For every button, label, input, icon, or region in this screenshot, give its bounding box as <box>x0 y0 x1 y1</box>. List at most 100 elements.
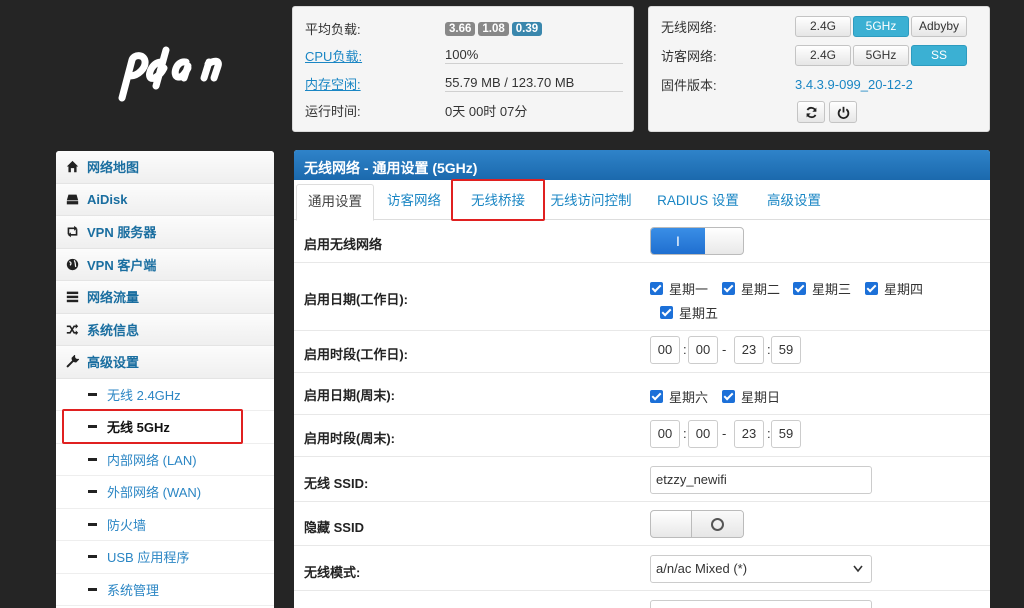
tab-access-control[interactable]: 无线访问控制 <box>544 184 638 220</box>
weekend-end-hour[interactable]: 23 <box>734 420 764 448</box>
checkbox-label: 星期二 <box>741 282 781 297</box>
hdd-icon <box>66 194 79 205</box>
uptime-label: 运行时间: <box>305 103 361 119</box>
sidebar-sub-label: 无线 2.4GHz <box>107 387 181 403</box>
next-field-input[interactable] <box>650 600 872 608</box>
sidebar-sub-wan[interactable]: 外部网络 (WAN) <box>56 476 274 509</box>
chevron-down-icon <box>853 565 863 573</box>
wireless-24g-button[interactable]: 2.4G <box>795 15 851 37</box>
time-colon: : <box>683 342 687 357</box>
hide-ssid-toggle[interactable] <box>650 510 744 538</box>
weekend-time-label: 启用时段(周末): <box>304 431 395 446</box>
time-dash: - <box>722 342 727 357</box>
power-icon <box>837 106 849 119</box>
power-button[interactable] <box>829 101 857 123</box>
enable-wireless-toggle[interactable]: I <box>650 227 744 255</box>
sidebar-item-label: 网络流量 <box>87 290 140 306</box>
ssid-input[interactable]: etzzy_newifi <box>650 466 872 494</box>
wrench-icon <box>66 355 79 368</box>
sidebar-item-vpn-server[interactable]: VPN 服务器 <box>56 216 274 249</box>
tab-guest[interactable]: 访客网络 <box>376 184 452 220</box>
tab-bar: 通用设置 访客网络 无线桥接 无线访问控制 RADIUS 设置 高级设置 <box>294 184 990 221</box>
retweet-icon <box>67 226 78 238</box>
guest-label: 访客网络: <box>661 48 717 64</box>
sidebar-sub-lan[interactable]: 内部网络 (LAN) <box>56 443 274 476</box>
load-1min: 3.66 <box>445 22 476 36</box>
highlight-box-sidebar <box>62 409 243 444</box>
ssid-label: 无线 SSID: <box>304 476 369 491</box>
guest-24g-button[interactable]: 2.4G <box>795 44 851 66</box>
mode-select[interactable]: a/n/ac Mixed (*) <box>650 555 872 583</box>
highlight-box-tab <box>451 179 545 221</box>
checkbox-label: 星期日 <box>741 390 781 405</box>
checkbox-icon <box>722 282 735 295</box>
checkbox-label: 星期四 <box>884 282 924 297</box>
weekday-end-minute[interactable]: 59 <box>771 336 801 364</box>
mode-label: 无线模式: <box>304 565 361 580</box>
weekday-start-hour[interactable]: 00 <box>650 336 680 364</box>
weekend-row: 启用日期(周末): 星期六 星期日 <box>294 373 990 415</box>
firmware-version-link[interactable]: 3.4.3.9-099_20-12-2 <box>795 77 913 92</box>
sidebar-item-system-info[interactable]: 系统信息 <box>56 313 274 346</box>
tab-advanced[interactable]: 高级设置 <box>754 184 834 220</box>
sidebar-item-aidisk[interactable]: AiDisk <box>56 183 274 216</box>
main-panel: 无线网络 - 通用设置 (5GHz) 通用设置 访客网络 无线桥接 无线访问控制… <box>294 150 990 608</box>
weekday-start-minute[interactable]: 00 <box>688 336 718 364</box>
checkbox-sunday[interactable]: 星期日 <box>722 387 780 406</box>
toggle-on-state: I <box>651 228 705 254</box>
sidebar-sub-wireless-24[interactable]: 无线 2.4GHz <box>56 378 274 411</box>
sidebar-sub-usb[interactable]: USB 应用程序 <box>56 541 274 574</box>
tab-general[interactable]: 通用设置 <box>296 184 374 221</box>
cpu-load-link[interactable]: CPU负载: <box>305 49 362 64</box>
ss-button[interactable]: SS <box>911 44 967 66</box>
sidebar-item-advanced[interactable]: 高级设置 <box>56 346 274 379</box>
load-label: 平均负载: <box>305 21 361 37</box>
checkbox-friday[interactable]: 星期五 <box>660 303 718 322</box>
checkbox-tuesday[interactable]: 星期二 <box>722 279 780 298</box>
sidebar-item-label: VPN 客户端 <box>87 257 157 273</box>
tab-radius[interactable]: RADIUS 设置 <box>646 184 750 220</box>
dash-icon <box>88 587 97 591</box>
wireless-5ghz-button[interactable]: 5GHz <box>853 15 909 37</box>
ssid-row: 无线 SSID: etzzy_newifi <box>294 457 990 502</box>
sidebar-sub-admin[interactable]: 系统管理 <box>56 573 274 606</box>
checkbox-icon <box>793 282 806 295</box>
pdcn-logo <box>118 46 222 102</box>
refresh-button[interactable] <box>797 101 825 123</box>
weekend-end-minute[interactable]: 59 <box>771 420 801 448</box>
status-panel: 平均负载: 3.66 1.08 0.39 CPU负载: 100% 内存空闲: 55.… <box>292 6 634 132</box>
weekend-time-row: 启用时段(周末): 00 : 00 - 23 : 59 <box>294 415 990 457</box>
globe-icon <box>66 258 79 270</box>
tasks-icon <box>66 291 79 303</box>
weekend-start-minute[interactable]: 00 <box>688 420 718 448</box>
checkbox-icon <box>865 282 878 295</box>
sidebar-item-vpn-client[interactable]: VPN 客户端 <box>56 248 274 281</box>
checkbox-icon <box>650 282 663 295</box>
checkbox-icon <box>650 390 663 403</box>
uptime-value: 0天 00时 07分 <box>445 103 528 119</box>
checkbox-label: 星期五 <box>679 306 719 321</box>
circle-icon <box>711 517 724 531</box>
checkbox-wednesday[interactable]: 星期三 <box>793 279 851 298</box>
wireless-label: 无线网络: <box>661 19 717 35</box>
load-5min: 1.08 <box>478 22 509 36</box>
sidebar-sub-label: 防火墙 <box>107 517 147 533</box>
checkbox-saturday[interactable]: 星期六 <box>650 387 708 406</box>
firmware-label: 固件版本: <box>661 77 717 93</box>
sidebar-item-network-map[interactable]: 网络地图 <box>56 151 274 184</box>
weekend-start-hour[interactable]: 00 <box>650 420 680 448</box>
checkbox-thursday[interactable]: 星期四 <box>865 279 923 298</box>
memory-free-link[interactable]: 内存空闲: <box>305 77 361 92</box>
checkbox-monday[interactable]: 星期一 <box>650 279 708 298</box>
weekday-end-hour[interactable]: 23 <box>734 336 764 364</box>
sidebar-item-traffic[interactable]: 网络流量 <box>56 281 274 314</box>
guest-5ghz-button[interactable]: 5GHz <box>853 44 909 66</box>
dash-icon <box>88 555 97 559</box>
refresh-icon <box>806 106 816 118</box>
adbyby-button[interactable]: Adbyby <box>911 15 967 37</box>
sidebar-sub-label: 外部网络 (WAN) <box>107 485 202 501</box>
load-15min: 0.39 <box>511 22 543 36</box>
sidebar-sub-firewall[interactable]: 防火墙 <box>56 508 274 541</box>
weekday-label: 启用日期(工作日): <box>304 292 408 307</box>
sidebar-sub-label: 内部网络 (LAN) <box>107 452 197 468</box>
